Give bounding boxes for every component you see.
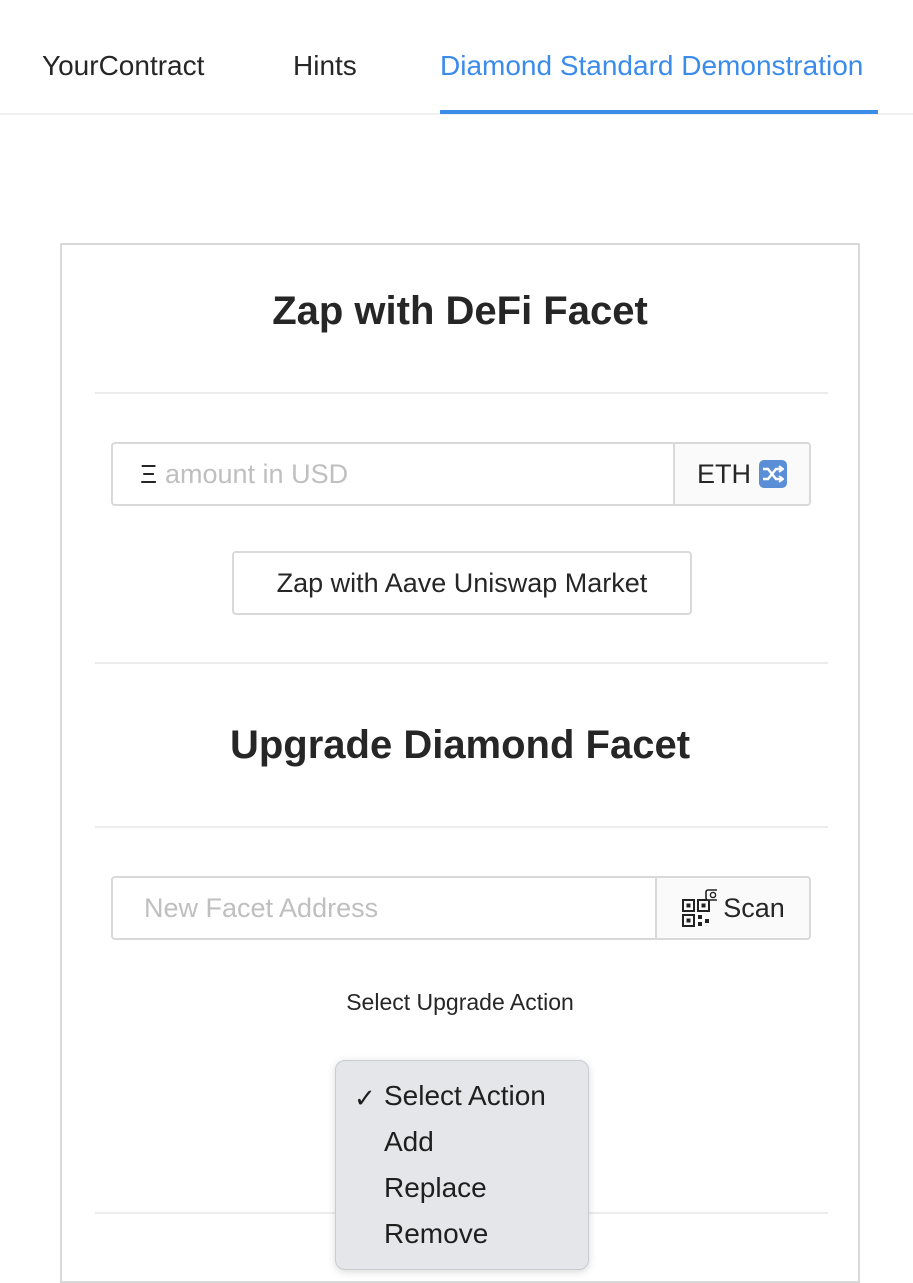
tab-your-contract[interactable]: YourContract xyxy=(42,46,204,86)
facet-address-group: New Facet Address Scan xyxy=(111,876,811,940)
scan-label: Scan xyxy=(723,892,785,923)
qr-scan-icon xyxy=(681,888,722,928)
active-tab-underline xyxy=(440,110,878,114)
divider xyxy=(95,826,828,828)
eth-prefix: Ξ xyxy=(140,458,157,489)
amount-input-group: Ξ amount in USD ETH xyxy=(111,442,811,506)
tab-bar: YourContract Hints Diamond Standard Demo… xyxy=(0,0,913,115)
divider xyxy=(95,392,828,394)
tab-diamond-standard[interactable]: Diamond Standard Demonstration xyxy=(440,46,863,86)
zap-button[interactable]: Zap with Aave Uniswap Market xyxy=(232,551,692,615)
tab-hints[interactable]: Hints xyxy=(293,46,357,86)
amount-input[interactable]: amount in USD xyxy=(161,444,673,504)
checkmark-icon: ✓ xyxy=(354,1083,376,1113)
currency-toggle-button[interactable]: ETH xyxy=(673,444,809,504)
facet-address-input[interactable]: New Facet Address xyxy=(113,878,655,938)
currency-label: ETH xyxy=(697,458,751,489)
option-add[interactable]: Add xyxy=(384,1124,434,1160)
option-remove[interactable]: Remove xyxy=(384,1216,488,1252)
scan-button[interactable]: Scan xyxy=(655,878,809,938)
option-replace[interactable]: Replace xyxy=(384,1170,487,1206)
zap-title: Zap with DeFi Facet xyxy=(272,289,648,333)
option-select-action[interactable]: Select Action xyxy=(384,1078,546,1114)
shuffle-icon xyxy=(759,460,787,488)
upgrade-action-label: Select Upgrade Action xyxy=(346,989,574,1015)
divider xyxy=(95,662,828,664)
upgrade-title: Upgrade Diamond Facet xyxy=(229,723,691,767)
upgrade-action-dropdown[interactable]: ✓ Select Action Add Replace Remove xyxy=(335,1060,589,1270)
